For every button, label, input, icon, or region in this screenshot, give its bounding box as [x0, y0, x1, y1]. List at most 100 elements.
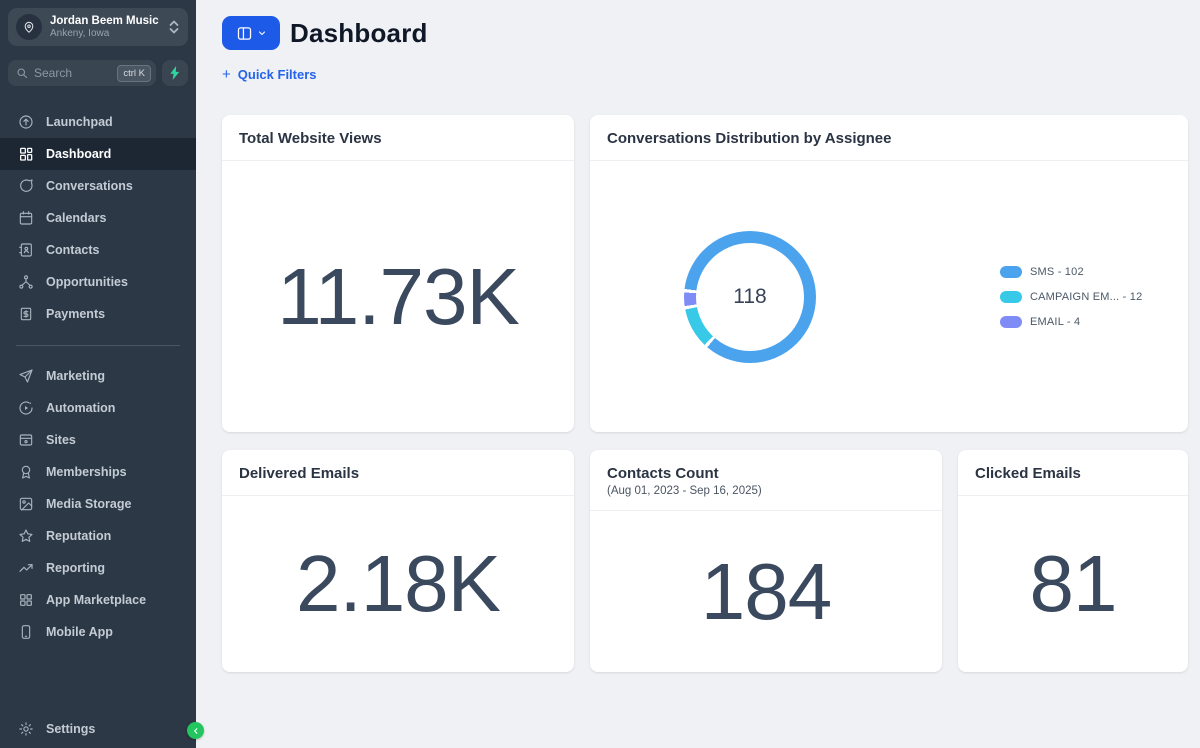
card-date-range: (Aug 01, 2023 - Sep 16, 2025): [607, 485, 762, 497]
sidebar-item-media-storage[interactable]: Media Storage: [0, 488, 196, 520]
sidebar-item-contacts[interactable]: Contacts: [0, 234, 196, 266]
image-icon: [18, 496, 34, 512]
sidebar-item-marketing[interactable]: Marketing: [0, 360, 196, 392]
metric-value: 81: [1029, 539, 1118, 628]
card-header: Clicked Emails: [958, 450, 1188, 496]
award-ribbon-icon: [18, 464, 34, 480]
card-contacts-count: Contacts Count (Aug 01, 2023 - Sep 16, 2…: [590, 450, 942, 672]
sidebar-item-launchpad[interactable]: Launchpad: [0, 106, 196, 138]
chevron-left-icon: [193, 727, 197, 734]
shortcut-badge: ctrl K: [117, 64, 151, 82]
sidebar-item-label: Sites: [46, 433, 76, 447]
sidebar-item-label: Automation: [46, 401, 116, 415]
sidebar-item-label: Memberships: [46, 465, 127, 479]
card-title: Total Website Views: [239, 130, 382, 147]
sidebar-item-reporting[interactable]: Reporting: [0, 552, 196, 584]
chevron-updown-icon: [168, 19, 180, 35]
card-header: Total Website Views: [222, 115, 574, 161]
gear-icon: [18, 721, 34, 737]
account-info: Jordan Beem Music Ankeny, Iowa: [50, 15, 160, 39]
sidebar-item-sites[interactable]: Sites: [0, 424, 196, 456]
sidebar-item-settings[interactable]: Settings: [0, 714, 196, 746]
plus-icon: +: [222, 66, 231, 83]
payments-icon: [18, 306, 34, 322]
account-name: Jordan Beem Music: [50, 15, 159, 27]
account-location: Ankeny, Iowa: [50, 28, 110, 39]
card-body: 81: [958, 496, 1188, 672]
sidebar-item-dashboard[interactable]: Dashboard: [0, 138, 196, 170]
sidebar-item-label: Opportunities: [46, 275, 128, 289]
card-clicked-emails: Clicked Emails 81: [958, 450, 1188, 672]
chevron-down-icon: [258, 31, 265, 35]
card-body: 184: [590, 511, 942, 672]
sidebar-item-app-marketplace[interactable]: App Marketplace: [0, 584, 196, 616]
sidebar: Jordan Beem Music Ankeny, Iowa Search ct…: [0, 0, 204, 748]
automation-icon: [18, 400, 34, 416]
sidebar-item-label: Reputation: [46, 529, 112, 543]
dashboard-switcher-button[interactable]: [222, 16, 280, 50]
sidebar-item-label: Reporting: [46, 561, 106, 575]
star-icon: [18, 528, 34, 544]
search-input[interactable]: Search ctrl K: [8, 60, 156, 86]
browser-window-icon: [18, 432, 34, 448]
calendar-icon: [18, 210, 34, 226]
layout-icon: [237, 26, 251, 40]
chart-legend: SMS - 102 CAMPAIGN EM... - 12 EMAIL - 4: [1000, 265, 1142, 328]
sidebar-item-payments[interactable]: Payments: [0, 298, 196, 330]
location-pin-icon: [16, 14, 42, 40]
search-icon: [17, 68, 28, 79]
legend-swatch: [1000, 315, 1022, 328]
card-title: Clicked Emails: [975, 465, 1081, 482]
sidebar-item-label: Launchpad: [46, 115, 113, 129]
metric-value: 2.18K: [295, 539, 501, 628]
sidebar-item-label: Media Storage: [46, 497, 132, 511]
donut-total-label: 118: [733, 284, 767, 308]
sidebar-collapse-button[interactable]: [187, 722, 204, 739]
sidebar-item-label: Dashboard: [46, 147, 112, 161]
metric-value: 11.73K: [277, 251, 520, 341]
sidebar-item-label: App Marketplace: [46, 593, 147, 607]
sidebar-item-label: Mobile App: [46, 625, 113, 639]
card-header: Contacts Count (Aug 01, 2023 - Sep 16, 2…: [590, 450, 942, 511]
card-title: Conversations Distribution by Assignee: [607, 130, 892, 147]
legend-swatch: [1000, 265, 1022, 278]
sidebar-item-opportunities[interactable]: Opportunities: [0, 266, 196, 298]
account-switcher[interactable]: Jordan Beem Music Ankeny, Iowa: [8, 8, 188, 46]
cards-row-2: Delivered Emails 2.18K Contacts Count (A…: [222, 450, 1188, 672]
paper-plane-icon: [18, 368, 34, 384]
sidebar-item-memberships[interactable]: Memberships: [0, 456, 196, 488]
lightning-bolt-icon: [170, 66, 180, 80]
legend-item[interactable]: EMAIL - 4: [1000, 315, 1142, 328]
trend-up-icon: [18, 560, 34, 576]
quick-actions-button[interactable]: [162, 60, 188, 86]
dashboard-icon: [18, 146, 34, 162]
card-header: Conversations Distribution by Assignee: [590, 115, 1188, 161]
quick-filters-link[interactable]: + Quick Filters: [222, 66, 317, 83]
grid-squares-icon: [18, 592, 34, 608]
chat-bubble-icon: [18, 178, 34, 194]
card-conversations-distribution: Conversations Distribution by Assignee 1…: [590, 115, 1188, 432]
donut-chart[interactable]: 118: [684, 230, 816, 363]
card-total-website-views: Total Website Views 11.73K: [222, 115, 574, 432]
sidebar-item-reputation[interactable]: Reputation: [0, 520, 196, 552]
sidebar-item-mobile-app[interactable]: Mobile App: [0, 616, 196, 648]
quick-filters-label: Quick Filters: [237, 67, 317, 82]
sidebar-nav-primary: Launchpad Dashboard Conversations Calend…: [0, 106, 196, 330]
sidebar-item-label: Marketing: [46, 369, 106, 383]
donut-center: 118: [696, 242, 804, 351]
sidebar-item-calendars[interactable]: Calendars: [0, 202, 196, 234]
search-row: Search ctrl K: [8, 60, 188, 86]
app-window: Jordan Beem Music Ankeny, Iowa Search ct…: [0, 0, 1200, 748]
legend-item[interactable]: CAMPAIGN EM... - 12: [1000, 290, 1142, 303]
card-header: Delivered Emails: [222, 450, 574, 496]
sidebar-divider: [16, 345, 180, 346]
contacts-book-icon: [18, 242, 34, 258]
card-body: 2.18K: [222, 496, 574, 672]
sidebar-item-automation[interactable]: Automation: [0, 392, 196, 424]
sidebar-item-label: Payments: [46, 307, 106, 321]
sidebar-item-conversations[interactable]: Conversations: [0, 170, 196, 202]
legend-item[interactable]: SMS - 102: [1000, 265, 1142, 278]
search-placeholder: Search: [34, 66, 73, 80]
card-delivered-emails: Delivered Emails 2.18K: [222, 450, 574, 672]
opportunities-icon: [18, 274, 34, 290]
